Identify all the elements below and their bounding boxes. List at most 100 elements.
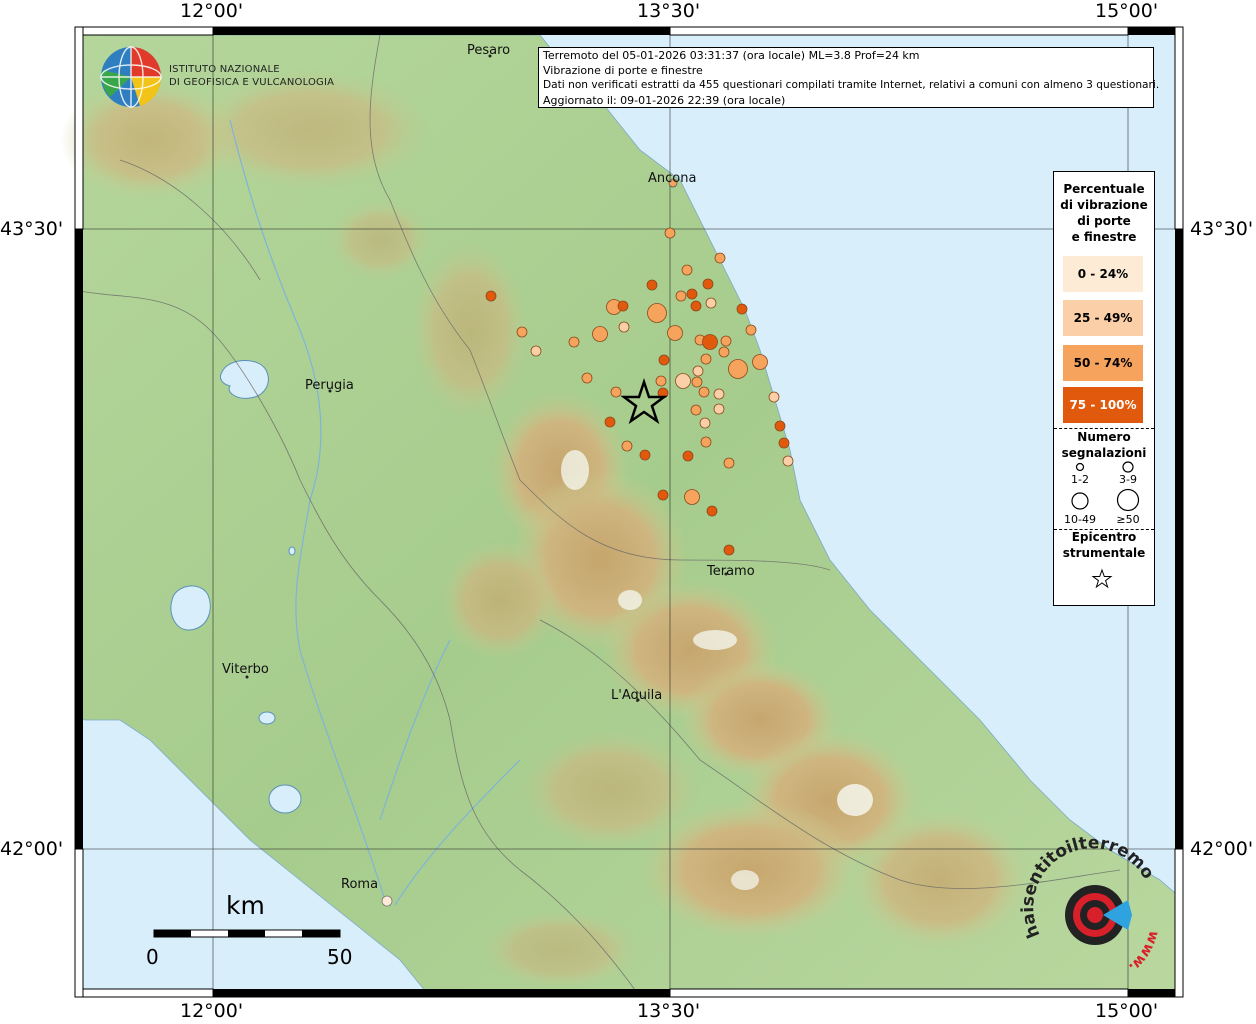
questionnaire-point xyxy=(655,375,667,387)
questionnaire-point xyxy=(604,416,616,428)
city-label-viterbo: Viterbo xyxy=(222,662,269,677)
questionnaire-point xyxy=(700,353,712,365)
legend-count-title-line-1: Numero xyxy=(1077,430,1131,444)
lat-tick-left-2: 42°00' xyxy=(0,838,64,860)
questionnaire-point xyxy=(581,372,593,384)
legend-count-label-3: ≥50 xyxy=(1116,513,1140,526)
questionnaire-point xyxy=(568,336,580,348)
questionnaire-point xyxy=(698,386,710,398)
legend-class-0: 0 - 24% xyxy=(1063,256,1143,292)
questionnaire-point xyxy=(667,325,683,341)
legend-class-3: 75 - 100% xyxy=(1063,387,1143,423)
questionnaire-point xyxy=(675,373,691,389)
questionnaire-point xyxy=(702,278,714,290)
questionnaire-point xyxy=(647,303,667,323)
legend-title-line-1: Percentuale xyxy=(1063,182,1145,196)
legend-class-2: 50 - 74% xyxy=(1063,345,1143,381)
legend-count-label-0: 1-2 xyxy=(1071,473,1089,486)
scale-max: 50 xyxy=(327,945,353,969)
lon-tick-top-3: 15°00' xyxy=(1095,0,1159,22)
questionnaire-point xyxy=(690,300,702,312)
questionnaire-point xyxy=(516,326,528,338)
lon-tick-bottom-2: 13°30' xyxy=(637,1000,701,1022)
lon-tick-top-2: 13°30' xyxy=(637,0,701,22)
questionnaire-point xyxy=(691,376,703,388)
questionnaire-point xyxy=(664,227,676,239)
questionnaire-point xyxy=(692,365,704,377)
event-info-line-4: Aggiornato il: 09-01-2026 22:39 (ora loc… xyxy=(543,94,786,107)
questionnaire-point xyxy=(646,279,658,291)
questionnaire-point xyxy=(485,290,497,302)
questionnaire-point xyxy=(639,449,651,461)
legend: Percentuale di vibrazione di porte e fin… xyxy=(1053,171,1155,606)
questionnaire-point xyxy=(705,297,717,309)
city-label-roma: Roma xyxy=(341,877,379,892)
questionnaire-point xyxy=(714,252,726,264)
ingv-logo-text: ISTITUTO NAZIONALE DI GEOFISICA E VULCAN… xyxy=(169,63,334,89)
city-label-pesaro: Pesaro xyxy=(467,43,511,58)
questionnaire-point xyxy=(617,300,629,312)
questionnaire-point xyxy=(657,489,669,501)
questionnaire-point xyxy=(774,420,786,432)
city-label-perugia: Perugia xyxy=(305,378,354,393)
questionnaire-point xyxy=(690,404,702,416)
city-label-ancona: Ancona xyxy=(648,171,697,186)
scale-unit: km xyxy=(226,891,265,920)
lon-tick-bottom-3: 15°00' xyxy=(1095,1000,1159,1022)
questionnaire-point xyxy=(702,334,718,350)
questionnaire-point xyxy=(782,455,794,467)
questionnaire-point xyxy=(706,505,718,517)
legend-size-symbols xyxy=(1071,461,1140,512)
questionnaire-point xyxy=(778,437,790,449)
legend-epi-title-line-1: Epicentro xyxy=(1071,530,1137,544)
questionnaire-point xyxy=(768,391,780,403)
legend-count-label-2: 10-49 xyxy=(1064,513,1096,526)
questionnaire-point xyxy=(682,450,694,462)
city-label-teramo: Teramo xyxy=(707,564,755,579)
lat-tick-left-1: 43°30' xyxy=(0,218,64,240)
scale-min: 0 xyxy=(146,945,159,969)
questionnaire-point xyxy=(728,359,748,379)
city-label-laquila: L'Aquila xyxy=(611,688,663,703)
lake-corbara xyxy=(288,546,296,556)
legend-title-line-3: di porte xyxy=(1077,214,1131,228)
lake-bolsena xyxy=(170,585,211,631)
questionnaire-point xyxy=(610,386,622,398)
questionnaire-point xyxy=(530,345,542,357)
questionnaire-point xyxy=(699,417,711,429)
questionnaire-point xyxy=(720,335,732,347)
questionnaire-point xyxy=(658,354,670,366)
questionnaire-point xyxy=(745,324,757,336)
questionnaire-point xyxy=(592,326,608,342)
questionnaire-point xyxy=(723,544,735,556)
questionnaire-point xyxy=(713,403,725,415)
lon-tick-top-1: 12°00' xyxy=(180,0,244,22)
questionnaire-point xyxy=(752,354,768,370)
legend-count-label-1: 3-9 xyxy=(1119,473,1137,486)
ingv-logo-icon xyxy=(100,46,162,108)
lat-tick-right-1: 43°30' xyxy=(1190,218,1254,240)
lake-bracciano xyxy=(268,784,302,814)
logo-line-2: DI GEOFISICA E VULCANOLOGIA xyxy=(169,77,335,88)
legend-class-1: 25 - 49% xyxy=(1063,300,1143,336)
legend-epicenter-star-icon xyxy=(1091,568,1113,589)
questionnaire-point xyxy=(618,321,630,333)
lat-tick-right-2: 42°00' xyxy=(1190,838,1254,860)
questionnaire-point xyxy=(686,288,698,300)
legend-title-line-2: di vibrazione xyxy=(1060,198,1148,212)
legend-epi-title-line-2: strumentale xyxy=(1062,546,1146,560)
questionnaire-point xyxy=(718,346,730,358)
questionnaire-point xyxy=(700,436,712,448)
event-info-line-3: Dati non verificati estratti da 455 ques… xyxy=(543,79,1160,91)
questionnaire-point xyxy=(681,264,693,276)
questionnaire-point xyxy=(736,303,748,315)
questionnaire-point xyxy=(675,290,687,302)
lon-tick-bottom-1: 12°00' xyxy=(180,1000,244,1022)
scale-bar xyxy=(153,929,341,938)
questionnaire-point xyxy=(713,388,725,400)
questionnaire-point xyxy=(621,440,633,452)
legend-title-line-4: e finestre xyxy=(1071,230,1137,244)
lake-vico xyxy=(258,711,276,725)
questionnaire-point xyxy=(723,457,735,469)
logo-line-1: ISTITUTO NAZIONALE xyxy=(169,64,280,75)
